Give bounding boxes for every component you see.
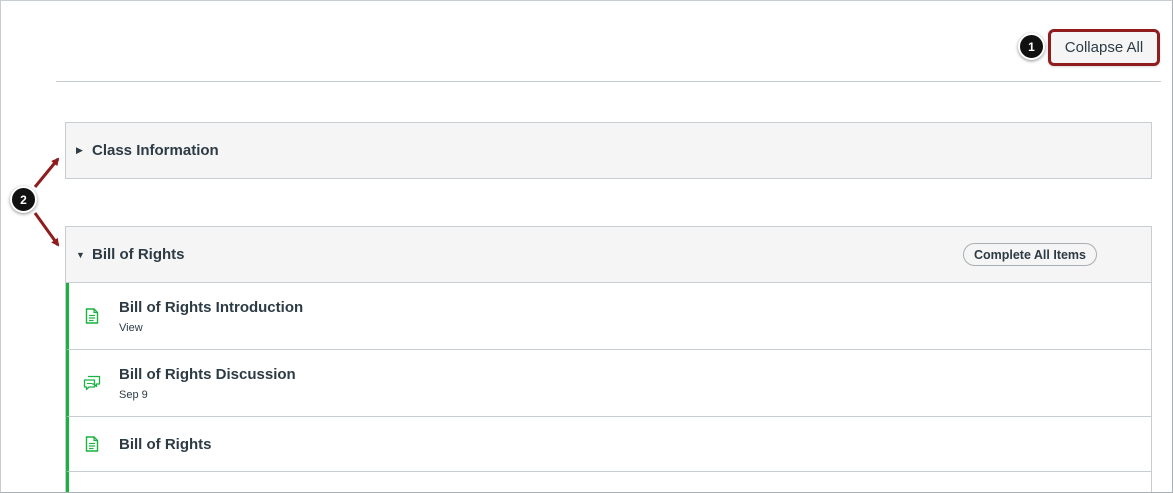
page-icon [83, 435, 101, 453]
callout-marker-2: 2 [10, 186, 37, 213]
list-item [66, 472, 1151, 492]
module-bill-of-rights: ▼ Bill of Rights Complete All Items Bill… [65, 226, 1152, 492]
modules-page: Collapse All 1 ▶ Class Information ▼ Bil… [0, 0, 1173, 493]
module-title: Class Information [92, 142, 219, 159]
list-item[interactable]: Bill of Rights Discussion Sep 9 [66, 350, 1151, 417]
discussion-icon [83, 374, 101, 392]
module-title: Bill of Rights [92, 246, 185, 263]
collapse-all-button[interactable]: Collapse All [1048, 29, 1160, 66]
item-date: Sep 9 [119, 388, 148, 401]
caret-down-icon: ▼ [76, 249, 85, 260]
module-class-information: ▶ Class Information [65, 122, 1152, 179]
list-item[interactable]: Bill of Rights [66, 417, 1151, 472]
module-items-list: Bill of Rights Introduction View Bill of… [66, 282, 1151, 492]
module-header[interactable]: ▶ Class Information [66, 123, 1151, 178]
item-meta: View [119, 321, 143, 334]
complete-all-items-button[interactable]: Complete All Items [962, 243, 1097, 266]
module-header[interactable]: ▼ Bill of Rights Complete All Items [66, 227, 1151, 282]
list-item[interactable]: Bill of Rights Introduction View [66, 283, 1151, 350]
item-title-link[interactable]: Bill of Rights Discussion [119, 366, 296, 383]
page-icon [83, 307, 101, 325]
callout-marker-1: 1 [1018, 33, 1045, 60]
header-divider [56, 81, 1161, 82]
caret-right-icon: ▶ [76, 145, 83, 155]
item-title-link[interactable]: Bill of Rights [119, 436, 212, 453]
item-title-link[interactable]: Bill of Rights Introduction [119, 299, 303, 316]
